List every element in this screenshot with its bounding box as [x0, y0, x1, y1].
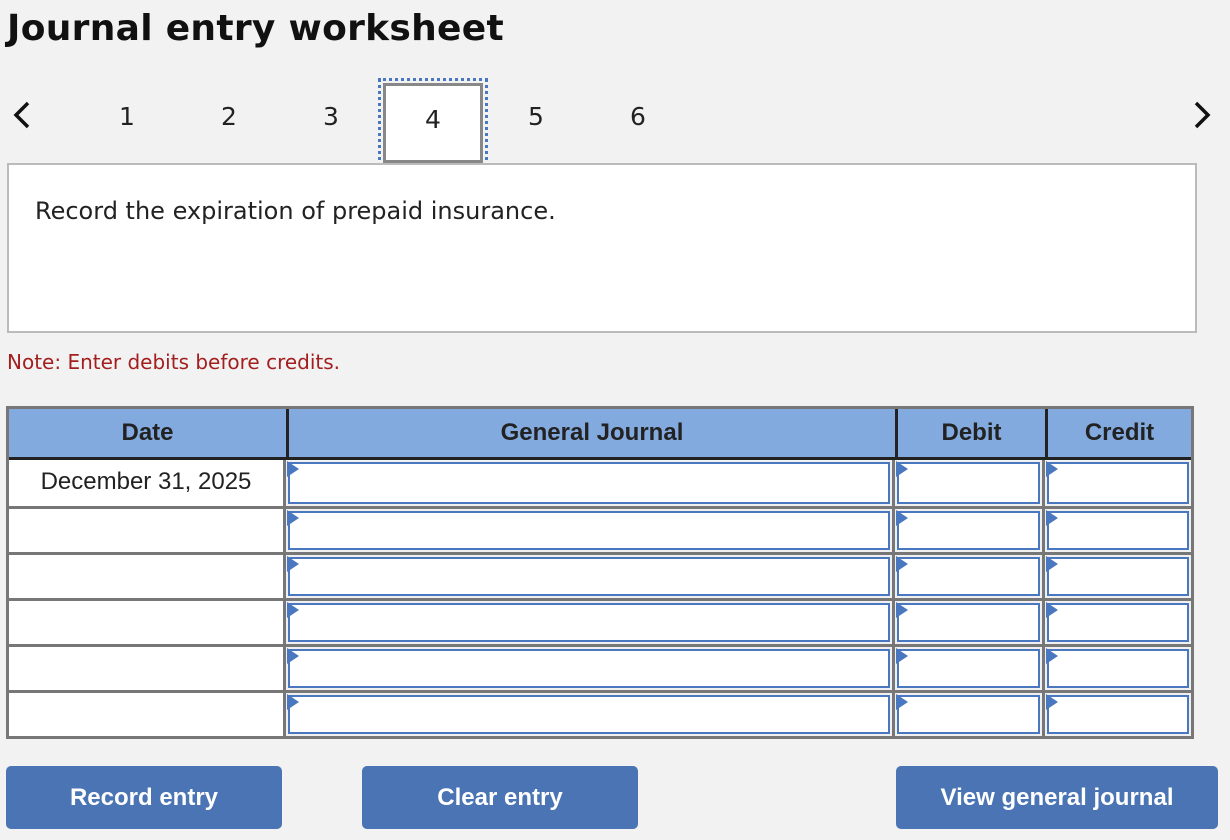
credit-input[interactable] [1047, 649, 1189, 688]
journal-table: Date General Journal Debit Credit Decemb… [6, 406, 1194, 739]
account-cell [286, 601, 895, 644]
debit-cell [895, 509, 1045, 552]
tab-entry-1[interactable]: 1 [77, 83, 177, 163]
account-cell [286, 693, 895, 736]
account-cell [286, 509, 895, 552]
dropdown-marker-icon [1046, 510, 1058, 526]
chevron-left-icon [13, 101, 30, 129]
view-general-journal-button[interactable]: View general journal [896, 766, 1218, 829]
debit-input[interactable] [897, 557, 1040, 596]
date-cell [9, 647, 286, 690]
date-cell: December 31, 2025 [9, 460, 286, 506]
account-input[interactable] [288, 557, 890, 596]
debit-cell [895, 460, 1045, 506]
debit-input[interactable] [897, 511, 1040, 550]
next-entry-button[interactable] [1186, 95, 1216, 135]
note-text: Note: Enter debits before credits. [7, 350, 341, 374]
dropdown-marker-icon [287, 648, 299, 664]
table-row [9, 552, 1191, 598]
header-date: Date [121, 419, 174, 446]
dropdown-marker-icon [1046, 556, 1058, 572]
header-debit: Debit [895, 409, 1045, 457]
dropdown-marker-icon [1046, 648, 1058, 664]
table-row [9, 506, 1191, 552]
dropdown-marker-icon [896, 602, 908, 618]
debit-cell [895, 647, 1045, 690]
account-cell [286, 460, 895, 506]
credit-input[interactable] [1047, 695, 1189, 734]
dropdown-marker-icon [287, 602, 299, 618]
table-header: Date General Journal Debit Credit [9, 409, 1191, 460]
dropdown-marker-icon [287, 510, 299, 526]
tab-entry-4[interactable]: 4 [378, 78, 488, 168]
credit-cell [1045, 693, 1191, 736]
table-row: December 31, 2025 [9, 460, 1191, 506]
table-row [9, 690, 1191, 736]
credit-input[interactable] [1047, 511, 1189, 550]
tab-entry-2[interactable]: 2 [179, 83, 279, 163]
debit-input[interactable] [897, 462, 1040, 504]
debit-input[interactable] [897, 603, 1040, 642]
clear-entry-button[interactable]: Clear entry [362, 766, 638, 829]
credit-cell [1045, 601, 1191, 644]
dropdown-marker-icon [1046, 461, 1058, 477]
debit-cell [895, 693, 1045, 736]
dropdown-marker-icon [896, 510, 908, 526]
dropdown-marker-icon [896, 556, 908, 572]
credit-cell [1045, 509, 1191, 552]
date-cell [9, 693, 286, 736]
credit-input[interactable] [1047, 557, 1189, 596]
credit-cell [1045, 555, 1191, 598]
prompt-text: Record the expiration of prepaid insuran… [35, 197, 556, 225]
page-title: Journal entry worksheet [7, 8, 504, 49]
credit-cell [1045, 460, 1191, 506]
debit-input[interactable] [897, 695, 1040, 734]
table-row [9, 598, 1191, 644]
dropdown-marker-icon [287, 461, 299, 477]
debit-input[interactable] [897, 649, 1040, 688]
debit-cell [895, 601, 1045, 644]
account-input[interactable] [288, 695, 890, 734]
table-body: December 31, 2025 [9, 460, 1191, 736]
tab-entry-6[interactable]: 6 [588, 83, 688, 163]
account-cell [286, 555, 895, 598]
table-row [9, 644, 1191, 690]
account-input[interactable] [288, 462, 890, 504]
header-credit: Credit [1045, 409, 1191, 457]
chevron-right-icon [1194, 101, 1211, 129]
date-cell [9, 555, 286, 598]
account-cell [286, 647, 895, 690]
account-input[interactable] [288, 603, 890, 642]
dropdown-marker-icon [896, 694, 908, 710]
prompt-box: Record the expiration of prepaid insuran… [7, 163, 1197, 333]
record-entry-button[interactable]: Record entry [6, 766, 282, 829]
tab-entry-3[interactable]: 3 [281, 83, 381, 163]
dropdown-marker-icon [287, 556, 299, 572]
dropdown-marker-icon [896, 461, 908, 477]
dropdown-marker-icon [1046, 694, 1058, 710]
credit-cell [1045, 647, 1191, 690]
date-cell [9, 601, 286, 644]
account-input[interactable] [288, 511, 890, 550]
dropdown-marker-icon [1046, 602, 1058, 618]
dropdown-marker-icon [896, 648, 908, 664]
date-cell [9, 509, 286, 552]
header-general-journal: General Journal [286, 409, 895, 457]
previous-entry-button[interactable] [8, 95, 38, 135]
credit-input[interactable] [1047, 462, 1189, 504]
credit-input[interactable] [1047, 603, 1189, 642]
dropdown-marker-icon [287, 694, 299, 710]
tab-entry-5[interactable]: 5 [486, 83, 586, 163]
debit-cell [895, 555, 1045, 598]
account-input[interactable] [288, 649, 890, 688]
